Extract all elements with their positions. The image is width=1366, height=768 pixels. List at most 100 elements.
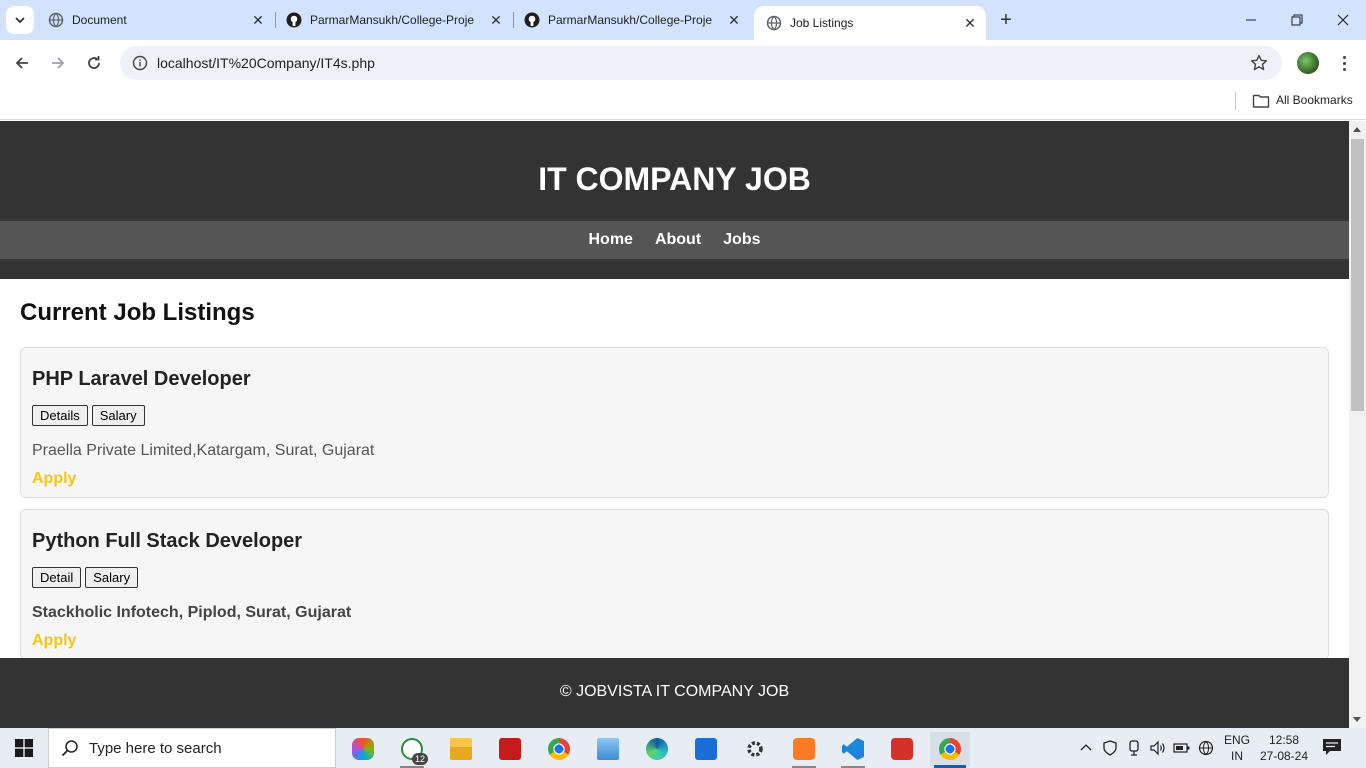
nav-jobs-link[interactable]: Jobs bbox=[723, 231, 760, 249]
page-viewport: IT COMPANY JOB Home About Jobs Current J… bbox=[0, 121, 1349, 728]
network-tray[interactable] bbox=[1196, 728, 1216, 768]
language-indicator[interactable]: ENG IN bbox=[1222, 732, 1252, 764]
back-button[interactable] bbox=[8, 49, 36, 77]
address-bar[interactable]: localhost/IT%20Company/IT4s.php bbox=[120, 46, 1282, 80]
bookmarks-separator bbox=[1235, 92, 1236, 110]
info-icon[interactable] bbox=[132, 55, 148, 71]
job-company: Praella Private Limited,Katargam, Surat,… bbox=[32, 442, 375, 459]
globe-icon bbox=[766, 15, 782, 31]
browser-toolbar: localhost/IT%20Company/IT4s.php bbox=[0, 40, 1366, 86]
play-icon bbox=[891, 738, 913, 760]
whatsapp-app[interactable]: 12 bbox=[392, 732, 432, 768]
start-button[interactable] bbox=[0, 728, 48, 768]
tab-title: ParmarMansukh/College-Proje bbox=[548, 13, 713, 27]
site-title: IT COMPANY JOB bbox=[538, 161, 811, 197]
taskbar-clock[interactable]: 12:58 27-08-24 bbox=[1256, 732, 1312, 764]
acrobat-app[interactable] bbox=[490, 732, 530, 766]
settings-app[interactable] bbox=[735, 732, 775, 766]
job-buttons: Detail Salary bbox=[32, 567, 139, 588]
scroll-down-arrow-icon[interactable] bbox=[1353, 717, 1361, 722]
language-code: ENG bbox=[1223, 733, 1250, 747]
presentation-app[interactable] bbox=[882, 732, 922, 766]
restore-icon bbox=[1291, 14, 1303, 26]
github-icon bbox=[286, 12, 302, 28]
url-text[interactable]: localhost/IT%20Company/IT4s.php bbox=[157, 55, 375, 71]
close-icon[interactable]: ✕ bbox=[488, 12, 504, 28]
arrow-left-icon bbox=[15, 57, 28, 69]
close-icon bbox=[1337, 14, 1349, 26]
scroll-thumb[interactable] bbox=[1351, 139, 1364, 411]
file-explorer-app[interactable] bbox=[441, 732, 481, 766]
reload-button[interactable] bbox=[80, 49, 108, 77]
search-icon bbox=[61, 740, 78, 757]
region-code: IN bbox=[1231, 749, 1243, 763]
new-tab-button[interactable]: + bbox=[994, 8, 1018, 32]
defender-tray[interactable] bbox=[1100, 728, 1120, 768]
job-title: Python Full Stack Developer bbox=[32, 530, 303, 552]
chrome-icon bbox=[548, 738, 570, 760]
restore-button[interactable] bbox=[1274, 0, 1320, 40]
star-icon[interactable] bbox=[1250, 54, 1268, 72]
pdf-icon bbox=[499, 738, 521, 760]
nav-about-link[interactable]: About bbox=[655, 231, 701, 249]
speaker-icon bbox=[1150, 740, 1165, 756]
minimize-icon bbox=[1246, 19, 1256, 21]
control-panel-app[interactable] bbox=[588, 732, 628, 766]
job-buttons: Details Salary bbox=[32, 405, 145, 426]
all-bookmarks-link[interactable]: All Bookmarks bbox=[1276, 93, 1353, 107]
tab-job-listings[interactable]: Job Listings ✕ bbox=[754, 6, 986, 40]
github-icon bbox=[524, 12, 540, 28]
xampp-app[interactable] bbox=[784, 732, 824, 768]
meet-tray[interactable] bbox=[1124, 728, 1144, 768]
minimize-button[interactable] bbox=[1228, 0, 1274, 40]
details-button[interactable]: Detail bbox=[32, 567, 82, 588]
tab-search-button[interactable] bbox=[6, 6, 34, 34]
close-icon[interactable]: ✕ bbox=[726, 12, 742, 28]
salary-button[interactable]: Salary bbox=[91, 405, 145, 426]
tab-github-1[interactable]: ParmarMansukh/College-Proje ✕ bbox=[274, 0, 512, 40]
globe-icon bbox=[1198, 740, 1214, 756]
close-icon[interactable]: ✕ bbox=[962, 15, 978, 31]
notification-icon[interactable] bbox=[1322, 738, 1342, 756]
close-icon[interactable]: ✕ bbox=[250, 12, 266, 28]
folder-icon[interactable] bbox=[1252, 93, 1270, 109]
tab-title: Job Listings bbox=[790, 16, 854, 30]
mail-app[interactable] bbox=[686, 732, 726, 766]
volume-tray[interactable] bbox=[1148, 728, 1168, 768]
site-footer: © JOBVISTA IT COMPANY JOB bbox=[0, 658, 1349, 728]
gear-icon bbox=[747, 741, 763, 757]
apply-link[interactable]: Apply bbox=[32, 632, 76, 650]
vscode-app[interactable] bbox=[833, 732, 873, 768]
apply-link[interactable]: Apply bbox=[32, 470, 76, 488]
clock-date: 27-08-24 bbox=[1259, 749, 1309, 763]
more-menu-icon[interactable] bbox=[1336, 52, 1352, 74]
job-card: PHP Laravel Developer Details Salary Pra… bbox=[20, 347, 1329, 498]
battery-tray[interactable] bbox=[1172, 728, 1192, 768]
page-title: Current Job Listings bbox=[20, 299, 255, 326]
site-header: IT COMPANY JOB Home About Jobs bbox=[0, 121, 1349, 279]
salary-button[interactable]: Salary bbox=[85, 567, 139, 588]
nav-home-link[interactable]: Home bbox=[589, 231, 633, 249]
scroll-up-arrow-icon[interactable] bbox=[1353, 127, 1361, 132]
taskbar-search[interactable]: Type here to search bbox=[48, 728, 336, 768]
forward-button[interactable] bbox=[44, 49, 72, 77]
search-placeholder: Type here to search bbox=[89, 739, 222, 757]
tab-github-2[interactable]: ParmarMansukh/College-Proje ✕ bbox=[512, 0, 750, 40]
vscode-icon bbox=[842, 738, 864, 760]
page-scrollbar[interactable] bbox=[1349, 121, 1366, 728]
chrome-app-active[interactable] bbox=[930, 732, 970, 768]
details-button[interactable]: Details bbox=[32, 405, 88, 426]
chrome-icon bbox=[939, 738, 961, 760]
job-card: Python Full Stack Developer Detail Salar… bbox=[20, 509, 1329, 660]
show-hidden-icons-button[interactable] bbox=[1076, 728, 1096, 768]
edge-app[interactable] bbox=[637, 732, 677, 766]
chrome-app-pinned[interactable] bbox=[539, 732, 579, 766]
copilot-app[interactable] bbox=[343, 732, 383, 766]
close-window-button[interactable] bbox=[1320, 0, 1366, 40]
device-icon bbox=[1129, 740, 1139, 756]
globe-icon bbox=[48, 12, 64, 28]
profile-avatar[interactable] bbox=[1297, 52, 1319, 74]
folder-icon bbox=[450, 738, 472, 760]
tab-document[interactable]: Document ✕ bbox=[36, 0, 274, 40]
xampp-icon bbox=[793, 738, 815, 760]
